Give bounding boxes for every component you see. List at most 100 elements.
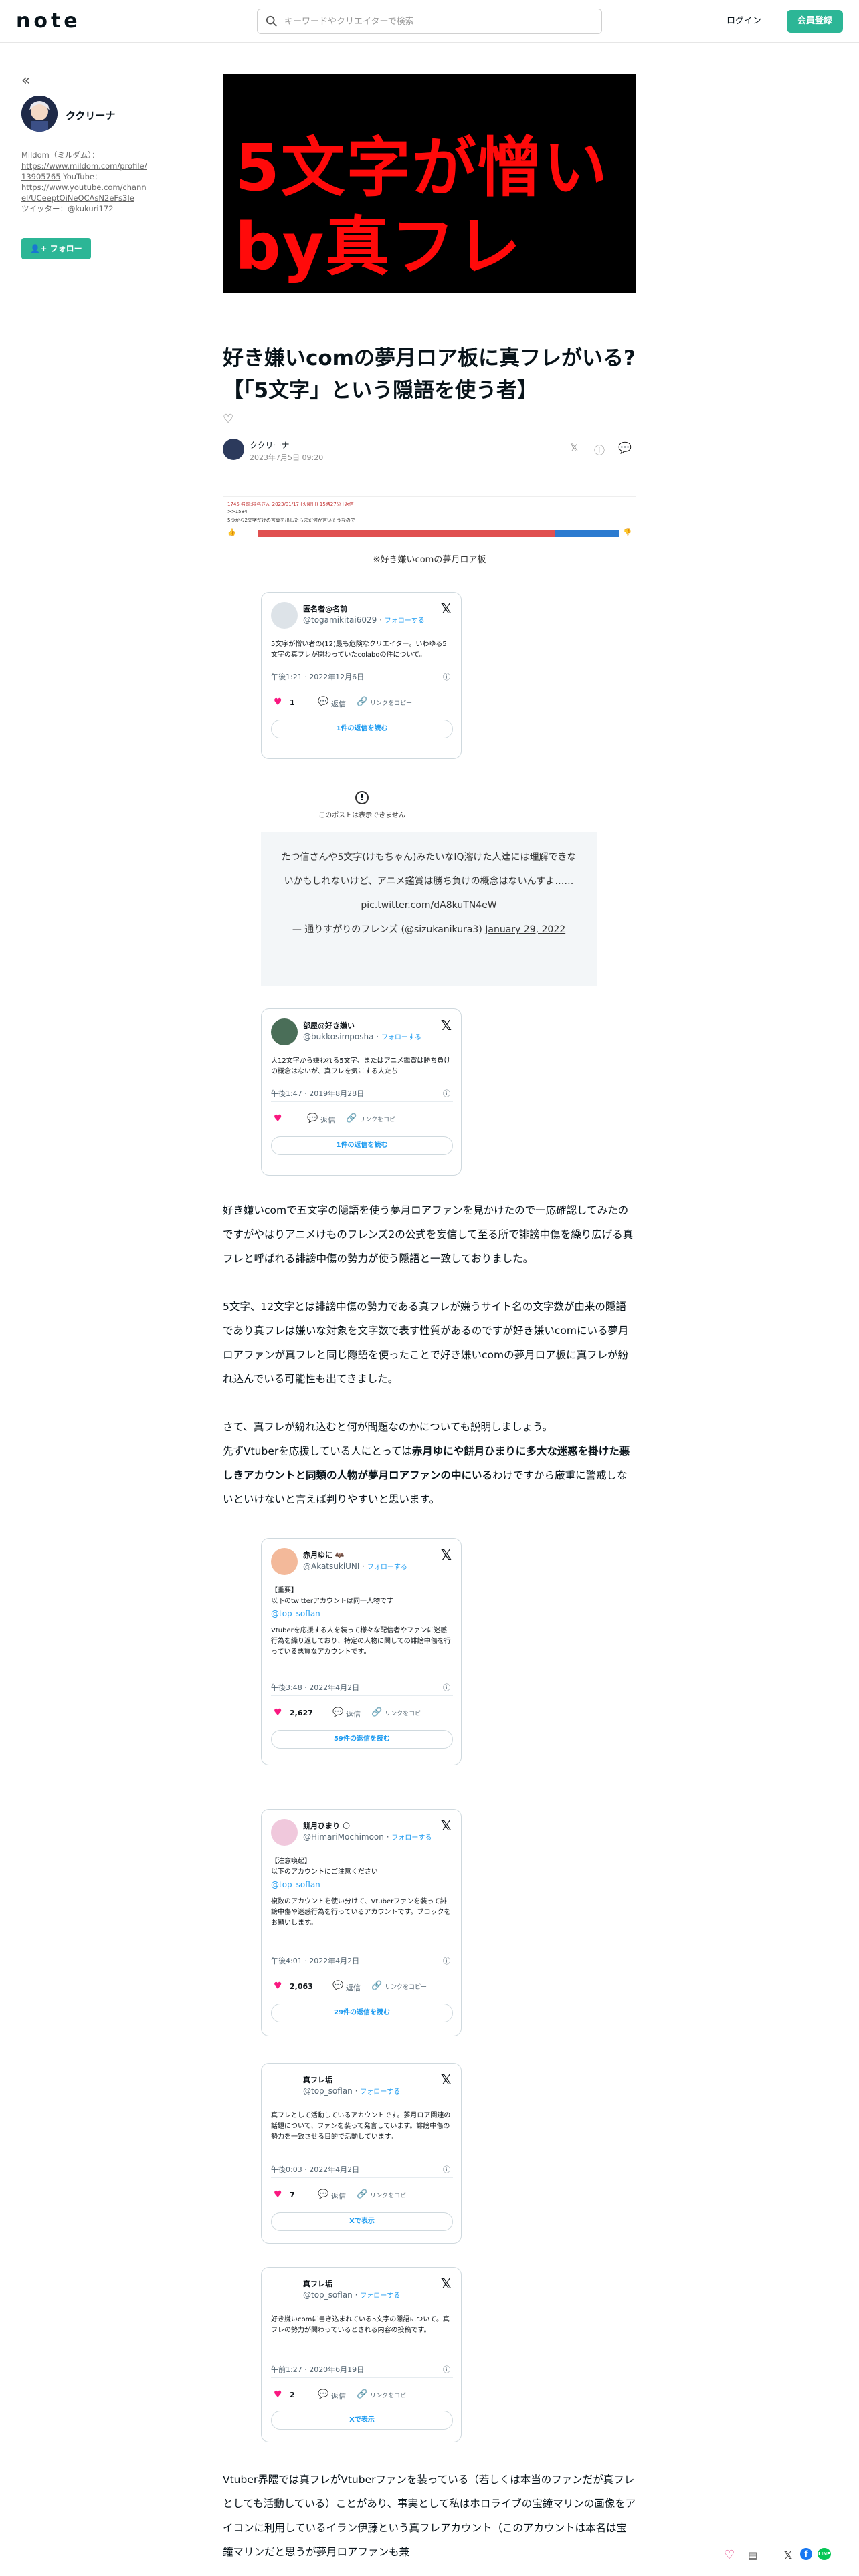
embedded-tweet[interactable]: 真フレ垢 @top_soflan · フォローする 𝕏 好き嫌いcomに書き込ま… xyxy=(261,2267,462,2442)
tweet-author-name[interactable]: 真フレ垢 xyxy=(303,2278,332,2289)
meta-author-name[interactable]: ククリーナ xyxy=(250,439,290,451)
tweet-avatar[interactable] xyxy=(271,1548,298,1575)
copy-link-icon[interactable]: 🔗 xyxy=(357,2189,367,2199)
tweet-avatar[interactable] xyxy=(271,2277,298,2304)
embedded-tweet[interactable]: 匿名者@名前 @togamikitai6029 · フォローする 𝕏 5文字が憎… xyxy=(261,592,462,759)
note-logo[interactable]: note xyxy=(16,9,81,33)
signup-button[interactable]: 会員登録 xyxy=(787,10,843,33)
tweet-avatar[interactable] xyxy=(271,1018,298,1045)
copy-link-label[interactable]: リンクをコピー xyxy=(370,2191,412,2199)
x-logo-icon[interactable]: 𝕏 xyxy=(441,1017,452,1033)
embedded-tweet[interactable]: 部屋@好き嫌い @bukkosimposha · フォローする 𝕏 大12文字か… xyxy=(261,1008,462,1176)
collapse-sidebar-icon[interactable]: « xyxy=(21,72,30,89)
like-heart-icon[interactable]: ♡ xyxy=(223,412,233,426)
tweet-mention-link[interactable]: @top_soflan xyxy=(271,1878,453,1891)
tweet-timestamp[interactable]: 午後1:21 · 2022年12月6日 xyxy=(271,671,364,682)
x-logo-icon[interactable]: 𝕏 xyxy=(441,1547,452,1563)
tweet-handle[interactable]: @AkatsukiUNI · フォローする xyxy=(303,1561,407,1571)
bottom-magazine-icon[interactable]: ▤ xyxy=(748,2549,757,2561)
copy-link-icon[interactable]: 🔗 xyxy=(346,1113,357,1123)
info-icon[interactable]: ⓘ xyxy=(443,1088,450,1099)
tweet-author-name[interactable]: 部屋@好き嫌い xyxy=(303,1020,355,1031)
tweet-mention-link[interactable]: @top_soflan xyxy=(271,1607,453,1620)
info-icon[interactable]: ⓘ xyxy=(443,2164,450,2175)
tweet-follow-link[interactable]: フォローする xyxy=(360,2292,400,2300)
copy-link-label[interactable]: リンクをコピー xyxy=(370,698,412,707)
read-replies-button[interactable]: 29件の返信を読む xyxy=(271,2004,453,2022)
tweet-handle[interactable]: @bukkosimposha · フォローする xyxy=(303,1031,421,1041)
like-icon[interactable]: ♥ xyxy=(274,2189,282,2200)
read-replies-button[interactable]: 1件の返信を読む xyxy=(271,720,453,738)
tweet-author-name[interactable]: 匿名者@名前 xyxy=(303,603,347,614)
tweet-timestamp[interactable]: 午前1:27 · 2020年6月19日 xyxy=(271,2364,364,2375)
read-replies-button[interactable]: 1件の返信を読む xyxy=(271,1136,453,1155)
tweet-handle[interactable]: @HimariMochimoon · フォローする xyxy=(303,1832,432,1842)
info-icon[interactable]: ⓘ xyxy=(443,2364,450,2375)
view-on-x-button[interactable]: Xで表示 xyxy=(271,2212,453,2231)
like-icon[interactable]: ♥ xyxy=(274,697,282,708)
x-share-icon[interactable]: 𝕏 xyxy=(570,441,579,454)
reply-icon[interactable]: 💬 xyxy=(318,2189,328,2199)
search-input[interactable] xyxy=(284,9,592,33)
copy-link-label[interactable]: リンクをコピー xyxy=(385,1709,427,1717)
copy-link-icon[interactable]: 🔗 xyxy=(357,2389,367,2399)
copy-link-icon[interactable]: 🔗 xyxy=(357,697,367,707)
reply-icon[interactable]: 💬 xyxy=(307,1113,318,1123)
reply-icon[interactable]: 💬 xyxy=(332,1707,343,1717)
tweet-author-name[interactable]: 赤月ゆに 🦇 xyxy=(303,1549,345,1560)
info-icon[interactable]: ⓘ xyxy=(443,671,450,682)
reply-icon[interactable]: 💬 xyxy=(318,2389,328,2399)
bottom-like-icon[interactable]: ♡ xyxy=(724,2548,735,2562)
tweet-handle[interactable]: @top_soflan · フォローする xyxy=(303,2086,400,2096)
reply-icon[interactable]: 💬 xyxy=(332,1981,343,1991)
embedded-tweet[interactable]: 赤月ゆに 🦇 @AkatsukiUNI · フォローする 𝕏 【重要】 以下のt… xyxy=(261,1538,462,1765)
tweet-follow-link[interactable]: フォローする xyxy=(385,617,425,625)
embedded-tweet[interactable]: 真フレ垢 @top_soflan · フォローする 𝕏 真フレとして活動している… xyxy=(261,2063,462,2244)
bio-youtube-link[interactable]: https://www.youtube.com/channel/UCeeptOi… xyxy=(21,183,147,203)
reply-label[interactable]: 返信 xyxy=(331,2191,346,2202)
bottom-facebook-share-icon[interactable]: f xyxy=(800,2548,812,2560)
tweet-timestamp[interactable]: 午後3:48 · 2022年4月2日 xyxy=(271,1682,359,1693)
info-icon[interactable]: ⓘ xyxy=(443,1682,450,1693)
view-on-x-button[interactable]: Xで表示 xyxy=(271,2411,453,2430)
reply-label[interactable]: 返信 xyxy=(346,1709,361,1719)
tweet-follow-link[interactable]: フォローする xyxy=(381,1034,421,1041)
author-avatar[interactable] xyxy=(21,96,58,132)
login-link[interactable]: ログイン xyxy=(727,13,761,26)
x-logo-icon[interactable]: 𝕏 xyxy=(441,1818,452,1834)
bottom-x-share-icon[interactable]: 𝕏 xyxy=(784,2549,792,2561)
like-icon[interactable]: ♥ xyxy=(274,2389,282,2400)
copy-link-label[interactable]: リンクをコピー xyxy=(370,2391,412,2399)
quote-pic-link[interactable]: pic.twitter.com/dA8kuTN4eW xyxy=(361,900,496,911)
tweet-follow-link[interactable]: フォローする xyxy=(360,2088,400,2096)
tweet-avatar[interactable] xyxy=(271,2073,298,2100)
tweet-timestamp[interactable]: 午後1:47 · 2019年8月28日 xyxy=(271,1088,364,1099)
line-share-icon[interactable]: 💬 xyxy=(618,441,632,454)
copy-link-icon[interactable]: 🔗 xyxy=(371,1707,382,1717)
embedded-tweet[interactable]: 餅月ひまり 🌕 @HimariMochimoon · フォローする 𝕏 【注意喚… xyxy=(261,1809,462,2036)
reply-label[interactable]: 返信 xyxy=(331,698,346,709)
x-logo-icon[interactable]: 𝕏 xyxy=(441,601,452,617)
read-replies-button[interactable]: 59件の返信を読む xyxy=(271,1730,453,1749)
x-logo-icon[interactable]: 𝕏 xyxy=(441,2276,452,2292)
x-logo-icon[interactable]: 𝕏 xyxy=(441,2072,452,2088)
tweet-follow-link[interactable]: フォローする xyxy=(391,1834,432,1842)
author-name[interactable]: ククリーナ xyxy=(66,108,115,122)
bottom-line-share-icon[interactable]: LINE xyxy=(818,2548,831,2560)
reply-label[interactable]: 返信 xyxy=(346,1982,361,1993)
tweet-handle[interactable]: @top_soflan · フォローする xyxy=(303,2290,400,2300)
like-icon[interactable]: ♥ xyxy=(274,1113,282,1124)
meta-author-avatar[interactable] xyxy=(223,439,244,460)
like-icon[interactable]: ♥ xyxy=(274,1707,282,1718)
info-icon[interactable]: ⓘ xyxy=(443,1955,450,1966)
like-icon[interactable]: ♥ xyxy=(274,1981,282,1992)
tweet-avatar[interactable] xyxy=(271,1819,298,1846)
reply-icon[interactable]: 💬 xyxy=(318,697,328,707)
tweet-author-name[interactable]: 餅月ひまり 🌕 xyxy=(303,1820,350,1831)
tweet-timestamp[interactable]: 午後4:01 · 2022年4月2日 xyxy=(271,1955,359,1966)
copy-link-icon[interactable]: 🔗 xyxy=(371,1981,382,1991)
follow-button[interactable]: 👤+ フォロー xyxy=(21,238,91,259)
tweet-timestamp[interactable]: 午後0:03 · 2022年4月2日 xyxy=(271,2164,359,2175)
reply-label[interactable]: 返信 xyxy=(331,2391,346,2401)
tweet-handle[interactable]: @togamikitai6029 · フォローする xyxy=(303,615,425,625)
